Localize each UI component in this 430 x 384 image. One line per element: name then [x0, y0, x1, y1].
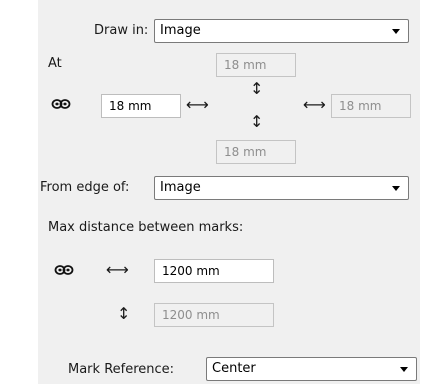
mark-reference-value: Center [212, 361, 256, 376]
from-edge-label: From edge of: [40, 180, 130, 195]
draw-in-label: Draw in: [94, 23, 149, 38]
from-edge-dropdown[interactable]: Image [154, 176, 409, 200]
link-icon[interactable] [54, 264, 74, 276]
chevron-down-icon [392, 29, 400, 34]
vertical-arrow-icon: ↕ [250, 112, 264, 131]
margin-marks-panel: Draw in: Image At 18 mm 18 mm ⟷ ↕ ↕ ⟷ 18… [38, 0, 420, 384]
vertical-arrow-icon: ↕ [117, 304, 131, 323]
at-bottom-field[interactable]: 18 mm [216, 140, 296, 164]
max-distance-label: Max distance between marks: [48, 220, 244, 235]
max-distance-vertical-field[interactable]: 1200 mm [154, 303, 274, 327]
max-distance-horizontal-field[interactable]: 1200 mm [154, 259, 274, 283]
at-right-field[interactable]: 18 mm [331, 94, 411, 118]
mark-reference-label: Mark Reference: [68, 362, 175, 377]
horizontal-arrow-icon: ⟷ [106, 260, 129, 279]
horizontal-arrow-icon: ⟷ [186, 95, 209, 114]
draw-in-value: Image [160, 23, 201, 38]
vertical-arrow-icon: ↕ [250, 79, 264, 98]
at-left-field[interactable]: 18 mm [101, 94, 181, 118]
horizontal-arrow-icon: ⟷ [303, 95, 326, 114]
at-label: At [48, 56, 62, 71]
link-icon[interactable] [51, 98, 71, 110]
draw-in-dropdown[interactable]: Image [154, 19, 409, 43]
chevron-down-icon [400, 367, 408, 372]
chevron-down-icon [392, 186, 400, 191]
mark-reference-dropdown[interactable]: Center [206, 357, 417, 381]
from-edge-value: Image [160, 180, 201, 195]
at-top-field[interactable]: 18 mm [216, 53, 296, 77]
